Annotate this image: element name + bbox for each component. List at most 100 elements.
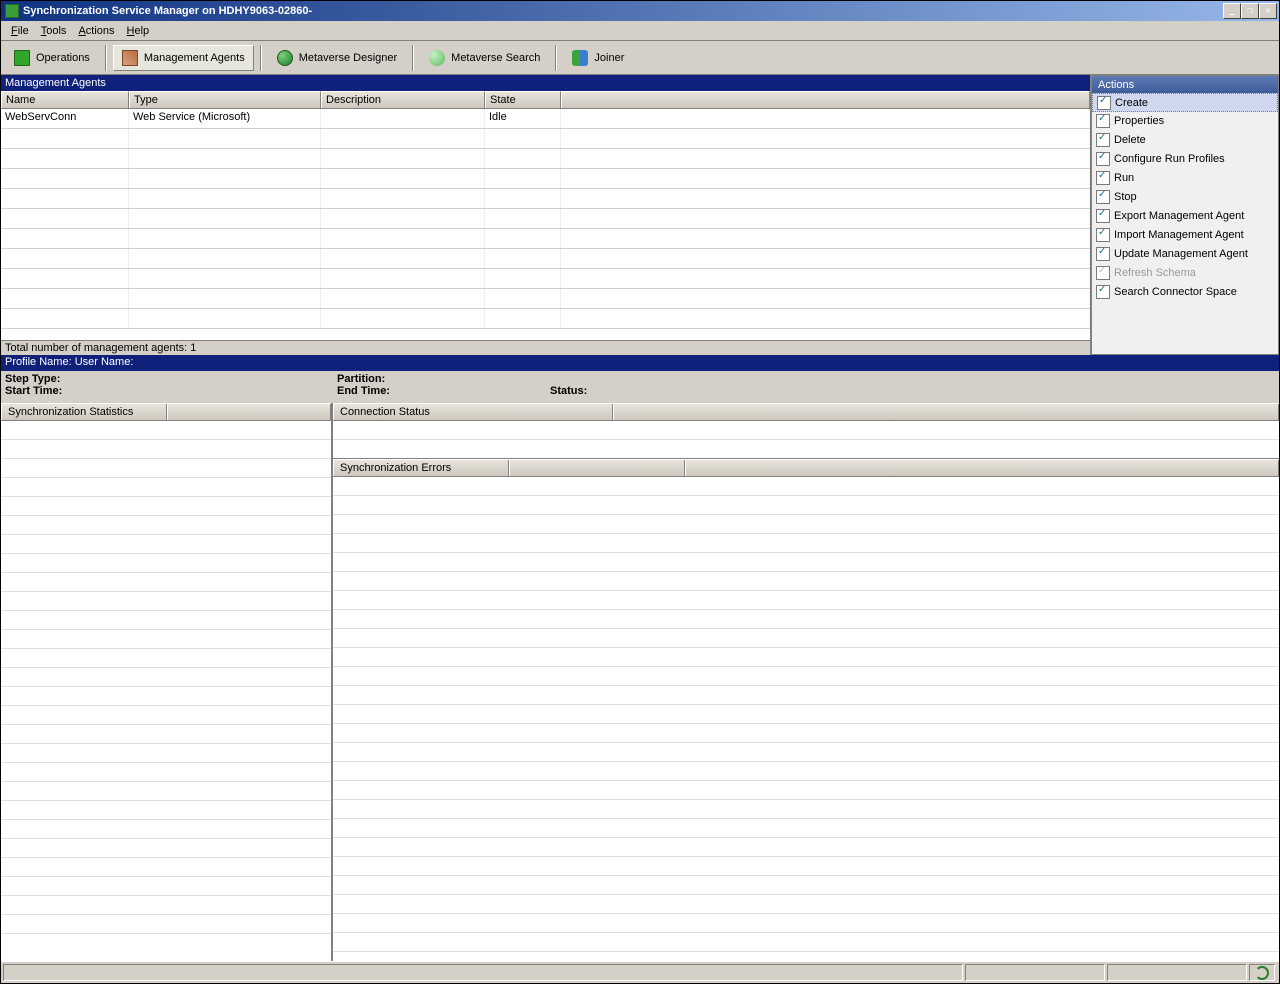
sync-errors-body[interactable] [333,477,1279,961]
sync-errors-col2[interactable] [509,460,685,476]
delete-icon [1096,133,1110,147]
list-item [333,781,1279,800]
maximize-button[interactable]: ❐ [1241,3,1259,19]
cell-description [321,269,485,288]
list-item [333,743,1279,762]
action-stop[interactable]: Stop [1092,187,1278,206]
list-item [333,515,1279,534]
management-agents-grid[interactable]: Name Type Description State WebServConnW… [1,91,1090,340]
cell-description [321,169,485,188]
search-icon [429,50,445,66]
menu-file[interactable]: File [5,23,35,39]
sync-errors-col[interactable]: Synchronization Errors [333,460,509,476]
status-refresh[interactable] [1249,964,1275,981]
list-item [333,914,1279,933]
table-row[interactable] [1,129,1090,149]
joiner-tab[interactable]: Joiner [563,45,633,71]
cell-state [485,169,561,188]
metaverse-designer-tab[interactable]: Metaverse Designer [268,45,406,71]
cell-name [1,309,129,328]
action-delete[interactable]: Delete [1092,130,1278,149]
sync-statistics-col2[interactable] [167,404,331,420]
cell-state [485,229,561,248]
toolbar-separator [555,45,557,71]
cell-type [129,309,321,328]
list-item [333,572,1279,591]
list-item [1,573,331,592]
list-item [1,858,331,877]
operations-tab[interactable]: Operations [5,45,99,71]
table-row[interactable] [1,189,1090,209]
sync-statistics-body[interactable] [1,421,331,961]
action-export-ma[interactable]: Export Management Agent [1092,206,1278,225]
table-row[interactable] [1,289,1090,309]
action-create[interactable]: Create [1092,93,1278,112]
table-row[interactable] [1,209,1090,229]
agents-label: Management Agents [144,52,245,64]
action-run[interactable]: Run [1092,168,1278,187]
status-cell-2 [1107,964,1247,981]
step-type-label: Step Type: [5,373,60,385]
list-item [1,611,331,630]
list-item [1,630,331,649]
col-description[interactable]: Description [321,91,485,108]
management-agents-tab[interactable]: Management Agents [113,45,254,71]
table-row[interactable] [1,249,1090,269]
cell-type [129,129,321,148]
col-type[interactable]: Type [129,91,321,108]
connection-status-body[interactable] [333,421,1279,440]
actions-title: Actions [1092,76,1278,94]
cell-name [1,209,129,228]
table-row[interactable]: WebServConnWeb Service (Microsoft)Idle [1,109,1090,129]
menu-help[interactable]: Help [121,23,156,39]
menu-actions[interactable]: Actions [72,23,120,39]
metaverse-search-tab[interactable]: Metaverse Search [420,45,549,71]
list-item [333,534,1279,553]
cell- [561,209,1090,228]
list-item [333,553,1279,572]
connection-status-col2[interactable] [613,404,1279,420]
partition-label: Partition: [337,373,385,385]
minimize-button[interactable]: _ [1223,3,1241,19]
cell-state [485,269,561,288]
cell-type [129,289,321,308]
list-item [1,801,331,820]
cell-description [321,229,485,248]
list-item [1,440,331,459]
table-row[interactable] [1,309,1090,329]
cell-name [1,269,129,288]
action-properties[interactable]: Properties [1092,111,1278,130]
joiner-icon [572,50,588,66]
action-configure-run-profiles[interactable]: Configure Run Profiles [1092,149,1278,168]
list-item [333,800,1279,819]
col-state[interactable]: State [485,91,561,108]
cell-name [1,189,129,208]
cell-state [485,249,561,268]
list-item [1,649,331,668]
col-name[interactable]: Name [1,91,129,108]
list-item [333,705,1279,724]
cell-name [1,229,129,248]
sync-errors-col3[interactable] [685,460,1279,476]
action-search-connector-space[interactable]: Search Connector Space [1092,282,1278,301]
cell-state [485,309,561,328]
status-label: Status: [550,385,587,397]
action-update-ma[interactable]: Update Management Agent [1092,244,1278,263]
cell-name [1,289,129,308]
list-item [333,477,1279,496]
table-row[interactable] [1,149,1090,169]
table-row[interactable] [1,269,1090,289]
connection-status-col[interactable]: Connection Status [333,404,613,420]
action-import-ma[interactable]: Import Management Agent [1092,225,1278,244]
status-main [3,964,963,981]
toolbar-separator [412,45,414,71]
menu-tools[interactable]: Tools [35,23,73,39]
search-cs-icon [1096,285,1110,299]
sync-statistics-col[interactable]: Synchronization Statistics [1,404,167,420]
connection-status-header: Connection Status [333,403,1279,421]
table-row[interactable] [1,229,1090,249]
table-row[interactable] [1,169,1090,189]
cell-name: WebServConn [1,109,129,128]
close-button[interactable]: ✕ [1259,3,1277,19]
list-item [1,896,331,915]
